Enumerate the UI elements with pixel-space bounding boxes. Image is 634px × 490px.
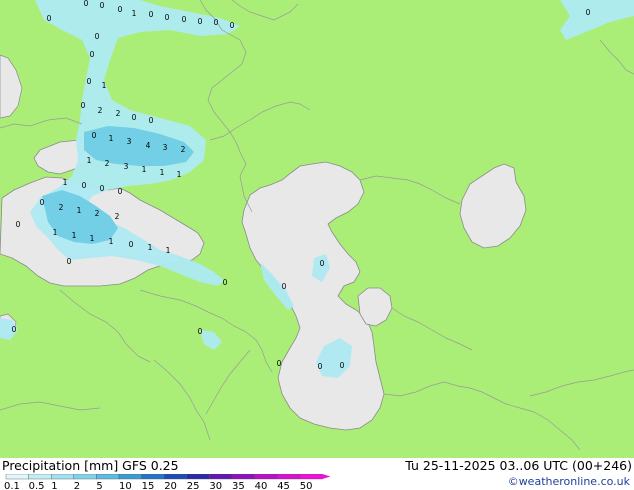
colorbar-tick-label: 2 xyxy=(74,481,80,490)
precip-value-label: 0 xyxy=(81,101,86,110)
precip-value-label: 0 xyxy=(318,362,323,371)
colorbar-tick-label: 35 xyxy=(232,481,245,490)
precip-value-label: 1 xyxy=(148,243,153,252)
precip-value-label: 2 xyxy=(105,159,110,168)
precip-colorbar: 0.1 0.5 1 2 5 10 15 20 25 30 35 40 45 50 xyxy=(4,474,331,490)
colorbar-box xyxy=(118,474,142,480)
precip-value-label: 4 xyxy=(146,141,151,150)
precip-value-label: 0 xyxy=(230,21,235,30)
precip-value-label: 2 xyxy=(95,209,100,218)
precip-value-label: 1 xyxy=(166,246,171,255)
colorbar-box xyxy=(141,474,165,480)
colorbar-box xyxy=(73,474,97,480)
precip-value-label: 0 xyxy=(214,18,219,27)
precip-value-label: 0 xyxy=(87,77,92,86)
colorbar-tick-label: 5 xyxy=(96,481,102,490)
precip-value-label: 2 xyxy=(59,203,64,212)
precip-value-label: 0 xyxy=(586,8,591,17)
colorbar-box xyxy=(209,474,233,480)
map-footer: Precipitation [mm] GFS 0.25 Tu 25-11-202… xyxy=(0,458,634,490)
precip-value-label: 0 xyxy=(320,259,325,268)
precip-value-label: 0 xyxy=(198,17,203,26)
colorbar-boxes xyxy=(5,474,331,480)
precip-value-label: 0 xyxy=(47,14,52,23)
colorbar-tick-label: 25 xyxy=(187,481,200,490)
precip-value-label: 1 xyxy=(109,237,114,246)
precip-value-label: 0 xyxy=(129,240,134,249)
precip-value-label: 1 xyxy=(142,165,147,174)
precip-value-label: 1 xyxy=(87,156,92,165)
precip-value-label: 0 xyxy=(16,220,21,229)
precip-value-label: 0 xyxy=(118,187,123,196)
colorbar-arrow xyxy=(322,474,331,479)
precip-value-label: 0 xyxy=(82,181,87,190)
colorbar-tick-label: 30 xyxy=(209,481,222,490)
colorbar-tick-label: 20 xyxy=(164,481,177,490)
colorbar-box xyxy=(5,474,29,480)
precip-value-label: 0 xyxy=(223,278,228,287)
precip-value-label: 1 xyxy=(132,9,137,18)
precip-value-label: 3 xyxy=(124,162,129,171)
precip-value-label: 2 xyxy=(116,109,121,118)
precip-value-label: 0 xyxy=(165,13,170,22)
precip-value-label: 0 xyxy=(95,32,100,41)
precip-value-label: 2 xyxy=(115,212,120,221)
colorbar-tick-label: 0.1 xyxy=(4,481,20,490)
colorbar-box xyxy=(51,474,75,480)
precip-value-label: 0 xyxy=(90,50,95,59)
precip-value-label: 0 xyxy=(100,184,105,193)
colorbar-tick-label: 15 xyxy=(142,481,155,490)
map-title: Precipitation [mm] GFS 0.25 xyxy=(2,458,179,473)
colorbar-labels: 0.1 0.5 1 2 5 10 15 20 25 30 35 40 45 50 xyxy=(4,481,313,490)
colorbar-tick-label: 45 xyxy=(277,481,290,490)
colorbar-tick-label: 0.5 xyxy=(29,481,45,490)
precip-value-label: 0 xyxy=(40,198,45,207)
credit-link[interactable]: ©weatheronline.co.uk xyxy=(508,475,630,488)
precip-value-label: 1 xyxy=(109,134,114,143)
precipitation-map: 00 0 0 1 0 0 0 0 0 00000 102 2 0 00 1 3 4 3 21 2 3 1 1 11 0 0 002 1… xyxy=(0,0,634,458)
precip-value-label: 0 xyxy=(198,327,203,336)
precip-value-label: 0 xyxy=(340,361,345,370)
colorbar-box xyxy=(254,474,278,480)
precip-value-label: 1 xyxy=(102,81,107,90)
precip-value-label: 0 xyxy=(149,10,154,19)
precip-value-label: 0 xyxy=(100,1,105,10)
colorbar-box xyxy=(96,474,120,480)
precip-value-label: 0 xyxy=(149,116,154,125)
colorbar-tick-label: 50 xyxy=(300,481,313,490)
colorbar-box xyxy=(186,474,210,480)
precip-value-label: 3 xyxy=(163,143,168,152)
precip-value-label: 0 xyxy=(277,359,282,368)
colorbar-box xyxy=(277,474,301,480)
colorbar-box xyxy=(299,474,323,480)
precip-value-label: 0 xyxy=(132,113,137,122)
precip-value-label: 0 xyxy=(12,325,17,334)
precip-value-label: 0 xyxy=(118,5,123,14)
colorbar-tick-label: 40 xyxy=(255,481,268,490)
precip-value-label: 0 xyxy=(92,131,97,140)
precip-value-label: 2 xyxy=(181,145,186,154)
precip-value-label: 0 xyxy=(67,257,72,266)
precip-value-label: 1 xyxy=(72,231,77,240)
precip-value-label: 1 xyxy=(177,170,182,179)
precip-value-label: 0 xyxy=(282,282,287,291)
precip-value-label: 1 xyxy=(160,168,165,177)
colorbar-tick-label: 1 xyxy=(51,481,57,490)
colorbar-box xyxy=(28,474,52,480)
precip-value-label: 2 xyxy=(98,106,103,115)
valid-time: Tu 25-11-2025 03..06 UTC (00+246) xyxy=(405,458,632,473)
precip-value-label: 1 xyxy=(63,178,68,187)
precip-value-label: 0 xyxy=(84,0,89,8)
colorbar-tick-label: 10 xyxy=(119,481,132,490)
colorbar-box xyxy=(163,474,187,480)
precip-value-label: 1 xyxy=(77,206,82,215)
colorbar-box xyxy=(231,474,255,480)
precip-value-label: 1 xyxy=(90,234,95,243)
precip-value-label: 0 xyxy=(182,15,187,24)
precip-value-label: 1 xyxy=(53,228,58,237)
precip-value-label: 3 xyxy=(127,137,132,146)
